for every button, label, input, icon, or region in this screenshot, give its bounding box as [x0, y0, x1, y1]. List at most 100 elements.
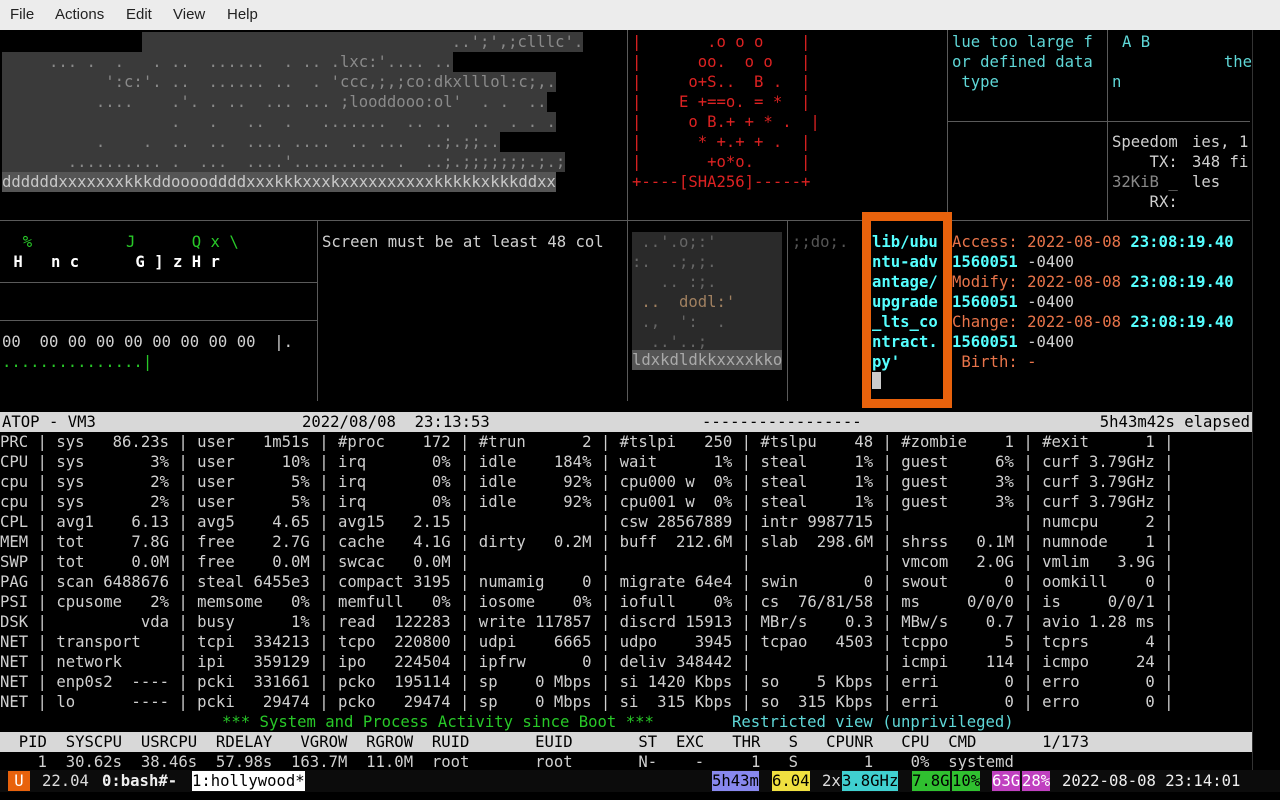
- tmux-loadavg: 6.04: [772, 771, 810, 791]
- modify-label: Modify:: [952, 273, 1018, 291]
- modify-date: 2022-08-08: [1027, 273, 1121, 291]
- error-line: or defined data: [952, 53, 1093, 71]
- atop-row-net-enp0s2: NET | enp0s2 ---- | pcki 331661 | pcko 1…: [0, 673, 1174, 691]
- speed-line: TX:: [1112, 153, 1178, 171]
- activity-banner: *** System and Process Activity since Bo…: [222, 713, 654, 731]
- tmux-window-1[interactable]: 1:hollywood*: [192, 771, 305, 791]
- tmux-prefix-indicator: U: [8, 771, 30, 791]
- speed-line: 32KiB _: [1112, 173, 1178, 191]
- pane-divider: [627, 221, 628, 401]
- art-line: :. .;,;.: [632, 253, 717, 271]
- atop-header: ATOP - VM3 2022/08/08 23:13:53 ---------…: [0, 412, 1252, 432]
- menu-edit[interactable]: Edit: [126, 6, 152, 23]
- art-line: .. :;.: [632, 273, 717, 291]
- pane-small-art: ..'.o;:' :. .;,;. .. :;. .. dodl:' ., ':…: [632, 232, 782, 370]
- atop-row-cpu0: cpu | sys 2% | user 5% | irq 0% | idle 9…: [0, 473, 1174, 491]
- change-label: Change:: [952, 313, 1018, 331]
- restricted-note: Restricted view (unprivileged): [732, 713, 1014, 731]
- atop-row-pag: PAG | scan 6488676 | steal 6455e3 | comp…: [0, 573, 1174, 591]
- atop-row-cpu1: cpu | sys 2% | user 5% | irq 0% | idle 9…: [0, 493, 1174, 511]
- tmux-window-0[interactable]: 0:bash#-: [102, 771, 177, 791]
- randomart-line: | * +.+ + . |: [632, 133, 811, 151]
- path-line: ntract.: [872, 333, 938, 351]
- pane-divider: [627, 30, 628, 220]
- terminal[interactable]: ..';',;clllc'. ... . . . .. ...... . .. …: [0, 30, 1280, 800]
- birth-line: Birth: -: [952, 353, 1037, 371]
- path-line: ntu-adv: [872, 253, 938, 271]
- atop-dashes: -----------------: [702, 413, 862, 431]
- path-line: py': [872, 353, 901, 371]
- randomart-line: +----[SHA256]-----+: [632, 173, 811, 191]
- atop-row-mem: MEM | tot 7.8G | free 2.7G | cache 4.1G …: [0, 533, 1174, 551]
- tmux-load: 22.04: [42, 772, 89, 790]
- speed-right: les: [1192, 173, 1221, 191]
- hexdump-line: 00 00 00 00 00 00 00 00 00 |.: [2, 333, 294, 351]
- modify-tz: -0400: [1027, 293, 1075, 311]
- ascii-line: .......... . ... ....'.......... . ..;.;…: [2, 152, 566, 172]
- tmux-uptime: 5h43m: [712, 771, 759, 791]
- access-time: 23:08:19.40: [1130, 233, 1234, 251]
- atop-row-prc: PRC | sys 86.23s | user 1m51s | #proc 17…: [0, 433, 1174, 451]
- path-line: antage/: [872, 273, 938, 291]
- pane-fragment: ;;do;.: [792, 233, 849, 251]
- error-line: lue too large f: [952, 33, 1093, 51]
- speed-right: ies, 1: [1192, 133, 1249, 151]
- modify-time: 23:08:19.40: [1130, 273, 1234, 291]
- pane-divider: [1107, 30, 1108, 220]
- menu-view[interactable]: View: [173, 6, 205, 23]
- atop-row-cpl: CPL | avg1 6.13 | avg5 4.65 | avg15 2.15…: [0, 513, 1174, 531]
- tmux-mem: 7.8G: [912, 771, 950, 791]
- ascii-line: . . .. . ....... .. .. .. . . .: [2, 112, 556, 132]
- art-line: ldxkdldkkxxxxkko: [632, 350, 782, 370]
- tmux-cpu-count: 2x: [822, 772, 841, 790]
- access-tz: -0400: [1027, 253, 1075, 271]
- pane-ascii-art: ..';',;clllc'. ... . . . .. ...... . .. …: [2, 30, 624, 192]
- pane-divider: [0, 282, 317, 283]
- ascii-line: ..';',;clllc'.: [142, 32, 584, 52]
- pane-divider: [317, 221, 318, 401]
- path-line: upgrade: [872, 293, 938, 311]
- ascii-line: . . .. .. .... .... .. ... ..;.;;..: [2, 132, 500, 152]
- pane-divider: [0, 320, 317, 321]
- pane-divider: [947, 121, 1250, 122]
- menu-file[interactable]: File: [10, 6, 34, 23]
- ascii-line: ... . . . .. ...... . .. .lxc:'.... ..: [2, 52, 453, 72]
- menu-bar: File Actions Edit View Help: [0, 0, 1280, 30]
- screen-message: Screen must be at least 48 col: [322, 233, 604, 251]
- pane-divider: [947, 30, 948, 220]
- atop-row-dsk: DSK | vda | busy 1% | read 122283 | writ…: [0, 613, 1174, 631]
- atop-row-net-lo: NET | lo ---- | pcki 29474 | pcko 29474 …: [0, 693, 1174, 711]
- menu-actions[interactable]: Actions: [55, 6, 104, 23]
- process-table-header: PID SYSCPU USRCPU RDELAY VGROW RGROW RUI…: [0, 732, 1252, 752]
- path-line: lib/ubu: [872, 233, 938, 251]
- access-frac: 1560051: [952, 253, 1018, 271]
- change-frac: 1560051: [952, 333, 1018, 351]
- tmux-cpu-freq: 3.8GHz: [842, 771, 899, 791]
- change-tz: -0400: [1027, 333, 1075, 351]
- art-line: ..'..;: [632, 333, 708, 351]
- atop-row-net-transport: NET | transport | tcpi 334213 | tcpo 220…: [0, 633, 1174, 651]
- cursor: [872, 372, 881, 389]
- modify-frac: 1560051: [952, 293, 1018, 311]
- randomart-line: | .o o o |: [632, 33, 811, 51]
- randomart-line: | oo. o o |: [632, 53, 811, 71]
- path-line: _lts_co: [872, 313, 938, 331]
- tmux-clock: 2022-08-08 23:14:01: [1062, 772, 1241, 790]
- pane-divider: [787, 221, 788, 401]
- atop-row-psi: PSI | cpusome 2% | memsome 0% | memfull …: [0, 593, 1174, 611]
- randomart-line: | +o*o. |: [632, 153, 811, 171]
- atop-row-net-network: NET | network | ipi 359129 | ipo 224504 …: [0, 653, 1174, 671]
- pane-divider: [0, 220, 1250, 221]
- ascii-line: ddddddxxxxxxxkkkddooooddddxxxkkkxxxkxxxx…: [2, 172, 556, 192]
- atop-date: 2022/08/08 23:13:53: [302, 413, 490, 431]
- atop-elapsed: 5h43m42s elapsed: [1099, 413, 1250, 431]
- tmux-disk-pct: 28%: [1022, 771, 1051, 791]
- scrollbar-edge: [1252, 30, 1253, 770]
- speed-line: RX:: [1112, 193, 1178, 211]
- menu-help[interactable]: Help: [227, 6, 258, 23]
- art-line: .. dodl:': [632, 293, 736, 311]
- randomart-line: | E +==o. = * |: [632, 93, 811, 111]
- snippet-line: n: [1112, 73, 1122, 91]
- process-row[interactable]: 1 30.62s 38.46s 57.98s 163.7M 11.0M root…: [0, 752, 1014, 772]
- atop-title: ATOP - VM3: [2, 413, 96, 431]
